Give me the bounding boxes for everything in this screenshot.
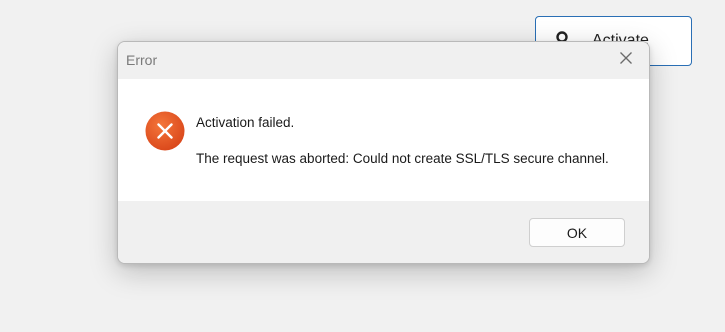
error-message-primary: Activation failed. xyxy=(196,115,295,130)
dialog-title: Error xyxy=(126,52,158,68)
error-dialog: Error Activation failed. The request was… xyxy=(117,41,650,264)
error-icon xyxy=(145,111,185,151)
close-button[interactable] xyxy=(603,42,649,79)
error-message-detail: The request was aborted: Could not creat… xyxy=(196,151,609,166)
dialog-footer: OK xyxy=(118,201,649,263)
dialog-titlebar: Error xyxy=(118,42,649,79)
close-icon xyxy=(619,51,633,70)
dialog-content: Activation failed. The request was abort… xyxy=(118,79,649,201)
ok-button[interactable]: OK xyxy=(529,218,625,247)
